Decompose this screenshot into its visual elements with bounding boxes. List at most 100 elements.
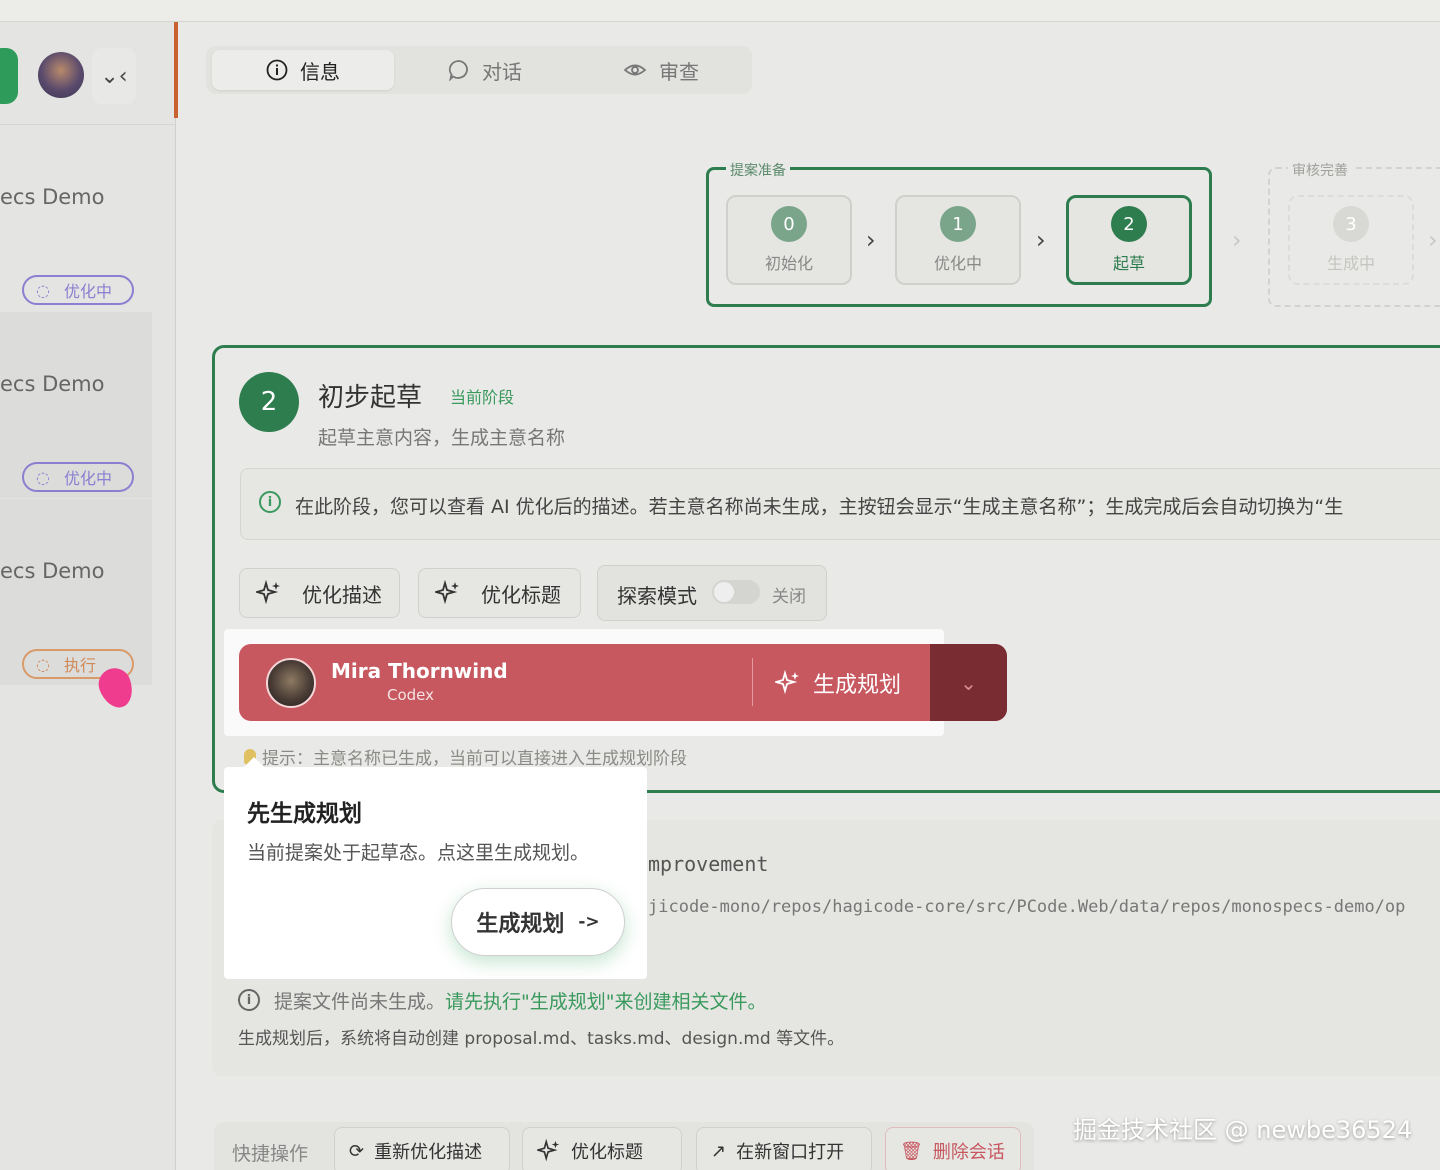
session-item[interactable]: ecs Demo ◌ 执行 bbox=[0, 499, 152, 685]
sidebar: ⌄‹ ecs Demo ◌ 优化中 ecs Demo ◌ 优化中 ecs Dem… bbox=[0, 22, 178, 1170]
step-group-label: 审核完善 bbox=[1288, 160, 1352, 180]
quick-actions-label: 快捷操作 bbox=[232, 1143, 309, 1165]
popover-generate-plan-button[interactable]: 生成规划 -> bbox=[451, 888, 625, 956]
generate-plan-link[interactable]: 请先执行"生成规划"来创建相关文件。 bbox=[445, 991, 766, 1013]
step-label: 优化中 bbox=[933, 254, 982, 273]
button-label: 删除会话 bbox=[932, 1142, 1005, 1163]
chevron-right-icon: › bbox=[866, 226, 876, 254]
agent-avatar bbox=[266, 658, 316, 708]
tab-chat[interactable]: 对话 bbox=[394, 50, 576, 90]
popover-text: 当前提案处于起草态。点这里生成规划。 bbox=[247, 842, 590, 864]
avatar[interactable] bbox=[38, 52, 84, 98]
tab-bar: 信息 对话 审查 bbox=[206, 46, 752, 94]
step-generating[interactable]: 3 生成中 bbox=[1288, 195, 1414, 285]
explore-mode-toggle[interactable] bbox=[712, 580, 760, 604]
step-label: 生成中 bbox=[1326, 254, 1375, 273]
session-item[interactable]: ecs Demo ◌ 优化中 bbox=[0, 125, 152, 311]
external-link-icon: ↗ bbox=[711, 1140, 727, 1162]
status-badge-label: 优化中 bbox=[63, 469, 112, 488]
hint-text: 提示：主意名称已生成，当前可以直接进入生成规划阶段 bbox=[262, 749, 687, 769]
toggle-knob bbox=[714, 582, 734, 602]
proposal-name: mprovement bbox=[648, 852, 769, 876]
step-init[interactable]: 0 初始化 bbox=[726, 195, 852, 285]
files-warning: 提案文件尚未生成。请先执行"生成规划"来创建相关文件。 bbox=[274, 987, 767, 1014]
tab-label: 对话 bbox=[482, 59, 522, 84]
step-draft[interactable]: 2 起草 bbox=[1066, 195, 1192, 285]
button-label: 在新窗口打开 bbox=[736, 1142, 845, 1163]
button-label: 优化标题 bbox=[571, 1142, 643, 1163]
status-badge: ◌ 优化中 bbox=[22, 275, 134, 305]
trash-icon: 🗑 bbox=[900, 1140, 923, 1162]
stage-info-text: 在此阶段，您可以查看 AI 优化后的描述。若主意名称尚未生成，主按钮会显示“生成… bbox=[295, 496, 1344, 518]
button-label: 优化描述 bbox=[302, 582, 382, 607]
tab-label: 信息 bbox=[300, 59, 340, 84]
spinner-icon: ◌ bbox=[36, 654, 50, 674]
stage-title: 初步起草 bbox=[318, 383, 423, 413]
step-number: 3 bbox=[1333, 206, 1369, 242]
step-optimizing[interactable]: 1 优化中 bbox=[895, 195, 1021, 285]
tab-info[interactable]: 信息 bbox=[212, 50, 394, 90]
sparkle-icon bbox=[775, 670, 799, 695]
window-top-strip bbox=[0, 0, 1440, 22]
chevron-right-icon: › bbox=[1428, 226, 1438, 254]
session-title: ecs Demo bbox=[0, 185, 105, 209]
new-session-button[interactable] bbox=[0, 48, 18, 104]
step-number: 0 bbox=[771, 206, 807, 242]
sparkle-icon bbox=[435, 580, 459, 605]
status-badge-label: 优化中 bbox=[63, 282, 112, 301]
eye-icon bbox=[623, 64, 647, 76]
divider bbox=[752, 658, 753, 706]
step-label: 初始化 bbox=[764, 254, 813, 273]
tab-review[interactable]: 审查 bbox=[576, 50, 746, 90]
button-label: 生成规划 bbox=[813, 673, 902, 698]
optimize-description-button[interactable]: 优化描述 bbox=[239, 568, 400, 618]
tab-label: 审查 bbox=[659, 59, 699, 84]
button-label: 重新优化描述 bbox=[374, 1142, 483, 1163]
session-item[interactable]: ecs Demo ◌ 优化中 bbox=[0, 312, 152, 498]
open-new-window-button[interactable]: ↗ 在新窗口打开 bbox=[696, 1127, 872, 1170]
files-note: 生成规划后，系统将自动创建 proposal.md、tasks.md、desig… bbox=[238, 1029, 845, 1049]
collapse-icon[interactable]: ⌄‹ bbox=[92, 48, 136, 104]
sidebar-header: ⌄‹ bbox=[0, 22, 176, 125]
info-icon bbox=[266, 59, 288, 81]
arrow-right-icon: -> bbox=[578, 912, 600, 932]
files-warning-text: 提案文件尚未生成。 bbox=[274, 991, 446, 1013]
chevron-down-icon[interactable]: ⌄ bbox=[930, 644, 1007, 721]
explore-mode-label: 探索模式 bbox=[617, 584, 697, 608]
spinner-icon: ◌ bbox=[36, 280, 50, 300]
agent-name: Mira Thornwind bbox=[331, 659, 508, 683]
reoptimize-description-button[interactable]: ⟳ 重新优化描述 bbox=[334, 1127, 510, 1170]
proposal-path: jicode-mono/repos/hagicode-core/src/PCod… bbox=[648, 897, 1406, 917]
session-title: ecs Demo bbox=[0, 559, 105, 583]
status-badge-label: 执行 bbox=[63, 656, 96, 675]
watermark: 掘金技术社区 @ newbe36524 bbox=[1073, 1116, 1413, 1144]
popover-title: 先生成规划 bbox=[247, 801, 362, 827]
step-number: 2 bbox=[1111, 206, 1147, 242]
quick-optimize-title-button[interactable]: 优化标题 bbox=[522, 1127, 682, 1170]
spinner-icon: ◌ bbox=[36, 467, 50, 487]
button-label: 生成规划 bbox=[476, 912, 565, 937]
stage-number: 2 bbox=[239, 372, 299, 432]
explore-mode-state: 关闭 bbox=[772, 587, 806, 607]
step-group-label: 提案准备 bbox=[726, 160, 790, 180]
chat-icon bbox=[448, 60, 468, 81]
generate-plan-button[interactable]: 生成规划 bbox=[775, 667, 901, 699]
sparkle-icon bbox=[537, 1139, 560, 1162]
info-icon: i bbox=[259, 491, 281, 513]
chevron-right-icon: › bbox=[1232, 226, 1242, 254]
stage-hint: 提示：主意名称已生成，当前可以直接进入生成规划阶段 bbox=[244, 744, 687, 769]
refresh-icon: ⟳ bbox=[349, 1140, 365, 1162]
chevron-right-icon: › bbox=[1036, 226, 1046, 254]
sparkle-icon bbox=[256, 580, 280, 605]
button-label: 优化标题 bbox=[481, 582, 561, 607]
status-badge: ◌ 优化中 bbox=[22, 462, 134, 492]
agent-executor: Codex bbox=[387, 686, 435, 704]
session-title: ecs Demo bbox=[0, 372, 105, 396]
sidebar-accent-bar bbox=[174, 22, 178, 118]
delete-session-button[interactable]: 🗑 删除会话 bbox=[885, 1127, 1021, 1170]
info-icon: i bbox=[238, 989, 260, 1011]
stage-description: 起草主意内容，生成主意名称 bbox=[318, 427, 566, 449]
optimize-title-button[interactable]: 优化标题 bbox=[418, 568, 581, 618]
step-label: 起草 bbox=[1112, 254, 1145, 273]
step-number: 1 bbox=[940, 206, 976, 242]
